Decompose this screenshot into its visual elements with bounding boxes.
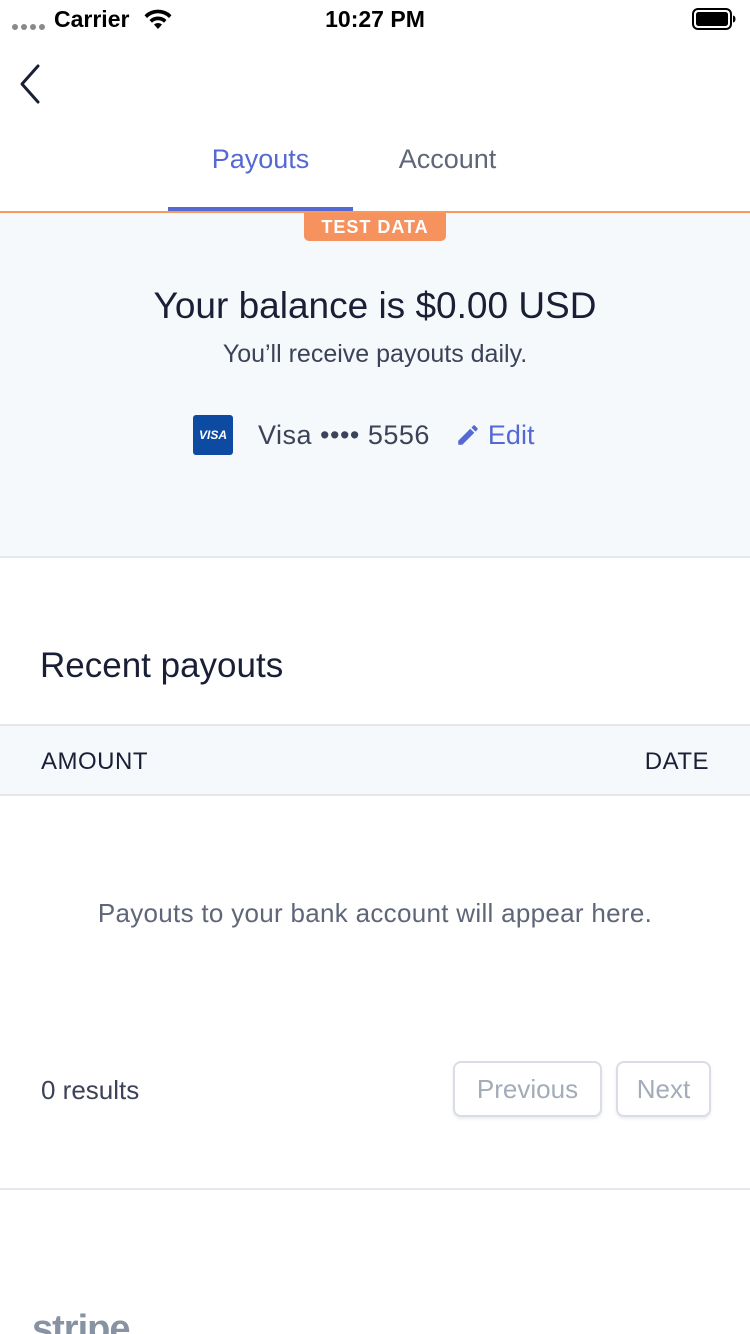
footer-divider xyxy=(0,1188,750,1190)
tab-payouts[interactable]: Payouts xyxy=(168,120,353,212)
tab-account[interactable]: Account xyxy=(360,120,535,212)
balance-title: Your balance is $0.00 USD xyxy=(153,285,597,326)
edit-card-link[interactable]: Edit xyxy=(455,419,535,451)
status-bar: Carrier 10:27 PM xyxy=(0,0,750,40)
payout-card-row: VISA Visa •••• 5556 Edit xyxy=(193,415,534,455)
recent-payouts-title: Recent payouts xyxy=(40,646,284,685)
results-count: 0 results xyxy=(41,1075,140,1105)
next-button[interactable]: Next xyxy=(616,1061,711,1117)
balance-panel: TEST DATA Your balance is $0.00 USD You’… xyxy=(0,213,750,558)
clock: 10:27 PM xyxy=(325,6,425,32)
test-data-badge: TEST DATA xyxy=(304,213,446,241)
pencil-icon xyxy=(458,425,478,445)
previous-button[interactable]: Previous xyxy=(453,1061,602,1117)
chevron-left-icon xyxy=(20,64,40,104)
stripe-logo: stripe xyxy=(32,1308,130,1334)
battery-icon xyxy=(692,8,736,30)
edit-label: Edit xyxy=(487,419,535,450)
back-button[interactable] xyxy=(14,60,54,108)
empty-state-message: Payouts to your bank account will appear… xyxy=(97,898,653,928)
card-label: Visa •••• 5556 xyxy=(258,419,430,450)
payouts-table-header: AMOUNT DATE xyxy=(0,724,750,796)
column-amount[interactable]: AMOUNT xyxy=(41,748,148,776)
column-date[interactable]: DATE xyxy=(645,748,709,776)
payout-schedule-text: You’ll receive payouts daily. xyxy=(222,340,528,368)
screen: Carrier 10:27 PM Payouts Account TEST DA… xyxy=(0,0,750,1334)
visa-card-icon: VISA xyxy=(193,415,233,455)
tab-bar: Payouts Account xyxy=(0,120,750,212)
